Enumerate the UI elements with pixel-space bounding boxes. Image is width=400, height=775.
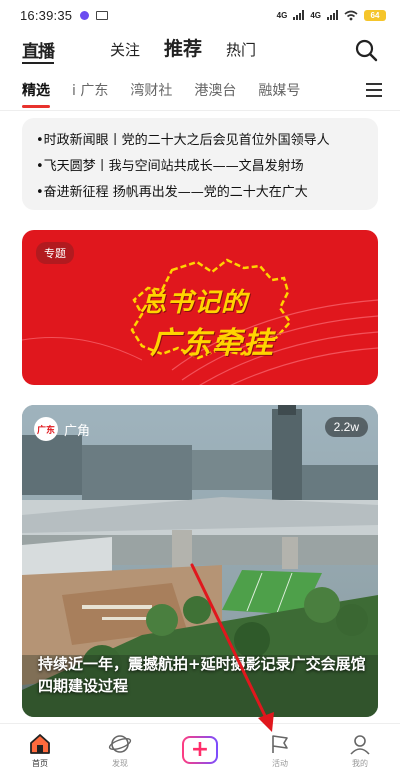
nav-discover[interactable]: 发现 xyxy=(80,724,160,775)
home-icon xyxy=(30,734,50,754)
wifi-icon xyxy=(344,10,358,20)
news-ticker-card[interactable]: •时政新闻眼丨党的二十大之后会见首位外国领导人 •飞天圆梦丨我与空间站共成长——… xyxy=(22,118,378,210)
channel-wancaishe[interactable]: 湾财社 xyxy=(130,80,172,100)
channel-featured[interactable]: 精选 xyxy=(22,80,50,108)
publish-symbol: + xyxy=(184,738,216,762)
topic-tag: 专题 xyxy=(36,242,74,264)
feed-tabs: 关注 推荐 热门 xyxy=(110,34,256,63)
video-card[interactable]: 广东 广角 2.2w 持续近一年，震撼航拍+延时摄影记录广交会展馆四期建设过程 xyxy=(22,405,378,717)
nav-label-discover: 发现 xyxy=(112,759,128,768)
news-item[interactable]: •时政新闻眼丨党的二十大之后会见首位外国领导人 xyxy=(36,128,378,154)
network-label-1: 4G xyxy=(276,10,288,20)
status-bar: 16:39:35 4G 4G 64 xyxy=(0,0,400,30)
search-icon[interactable] xyxy=(354,38,378,62)
battery-icon: 64 xyxy=(364,9,386,21)
channel-media-accounts[interactable]: 融媒号 xyxy=(258,80,300,100)
tab-recommend[interactable]: 推荐 xyxy=(164,34,202,63)
status-indicators: 4G 4G 64 xyxy=(276,9,386,21)
nav-activity[interactable]: 活动 xyxy=(240,724,320,775)
nav-profile[interactable]: 我的 xyxy=(320,724,400,775)
nav-home[interactable]: 首页 xyxy=(0,724,80,775)
channel-menu-icon[interactable] xyxy=(366,83,382,97)
divider xyxy=(0,110,400,111)
channel-tabs: 精选 i 广东 湾财社 港澳台 融媒号 xyxy=(0,70,400,110)
top-header: 直播 关注 推荐 热门 xyxy=(0,30,400,70)
source-avatar: 广东 xyxy=(34,417,58,441)
planet-icon xyxy=(108,735,132,753)
news-item[interactable]: •飞天圆梦丨我与空间站共成长——文昌发射场 xyxy=(36,154,378,180)
tab-hot[interactable]: 热门 xyxy=(226,39,256,60)
view-count-badge: 2.2w xyxy=(324,417,368,437)
banner-title-line1: 总书记的 xyxy=(140,288,249,318)
status-time: 16:39:35 xyxy=(20,7,73,23)
banner-title-line2: 广东牵挂 xyxy=(150,326,274,361)
channel-i-guangdong[interactable]: i 广东 xyxy=(72,80,108,100)
app-notification-icon xyxy=(80,10,90,20)
signal-icon-2 xyxy=(327,10,338,20)
nav-label-activity: 活动 xyxy=(272,759,288,768)
video-title[interactable]: 持续近一年，震撼航拍+延时摄影记录广交会展馆四期建设过程 xyxy=(38,653,368,697)
flag-icon xyxy=(272,735,288,753)
publish-plus-icon: + xyxy=(182,736,218,764)
source-name: 广角 xyxy=(64,423,91,439)
video-source[interactable]: 广东 广角 xyxy=(34,417,90,441)
network-label-2: 4G xyxy=(310,10,321,20)
topic-banner[interactable]: 专题 总书记的 广东牵挂 xyxy=(22,230,378,385)
tab-follow[interactable]: 关注 xyxy=(110,39,140,60)
channel-hk-macau-taiwan[interactable]: 港澳台 xyxy=(194,80,236,100)
profile-icon xyxy=(350,735,370,755)
nav-publish[interactable]: + xyxy=(160,724,240,775)
nav-label-profile: 我的 xyxy=(352,759,368,768)
news-item[interactable]: •奋进新征程 扬帆再出发——党的二十大在广大 xyxy=(36,180,378,206)
bottom-nav: 首页 发现 + 活动 我的 xyxy=(0,723,400,775)
nav-label-home: 首页 xyxy=(32,759,48,768)
mail-icon xyxy=(96,10,109,20)
live-logo-button[interactable]: 直播 xyxy=(22,37,55,64)
signal-icon xyxy=(293,10,305,20)
